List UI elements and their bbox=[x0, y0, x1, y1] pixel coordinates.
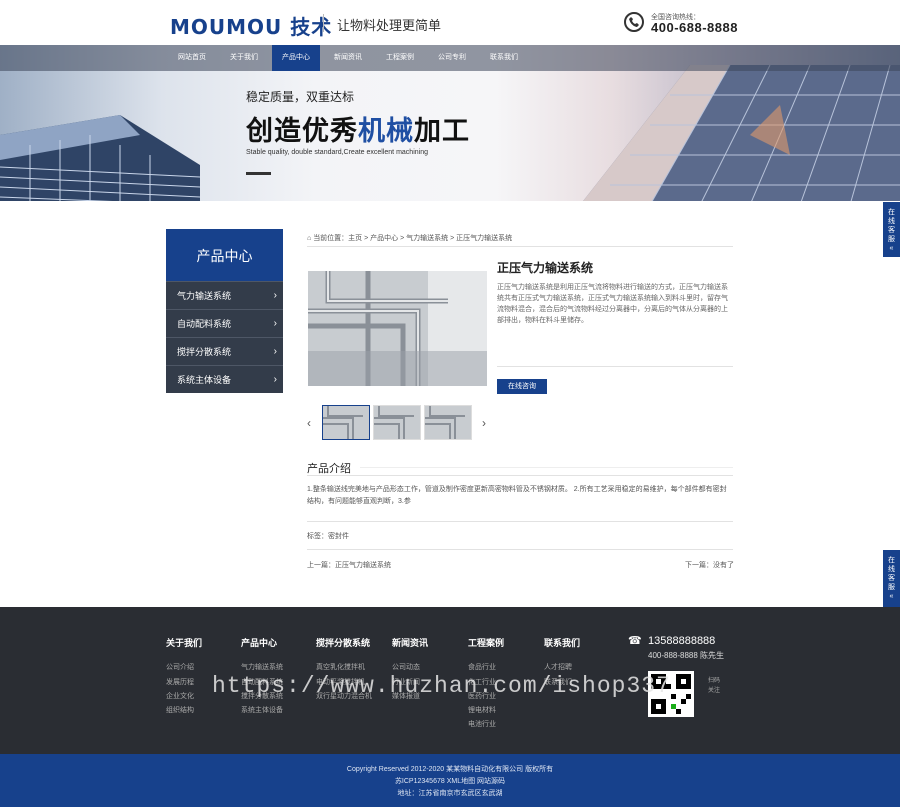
product-divider bbox=[497, 366, 733, 367]
nav-cases[interactable]: 工程案例 bbox=[376, 45, 424, 71]
nav-home[interactable]: 网站首页 bbox=[168, 45, 216, 71]
site-logo[interactable]: MOUMOU 技术 bbox=[170, 11, 332, 40]
online-service-label: 在线客服 bbox=[888, 209, 895, 243]
gallery-next-icon[interactable]: › bbox=[482, 416, 486, 430]
footer-col-title-products[interactable]: 产品中心 bbox=[241, 636, 277, 649]
footer-link[interactable]: 公司动态 bbox=[392, 662, 420, 672]
nav-about[interactable]: 关于我们 bbox=[220, 45, 268, 71]
collapse-arrow-icon: « bbox=[889, 593, 894, 600]
building-left-image bbox=[0, 115, 200, 201]
footer-col-title-contact[interactable]: 联系我们 bbox=[544, 636, 580, 649]
chevron-right-icon: › bbox=[273, 318, 277, 329]
banner-title-prefix: 创造优秀 bbox=[246, 116, 358, 146]
footer-link[interactable]: 电池行业 bbox=[468, 719, 496, 729]
icp-line[interactable]: 苏ICP12345678 XML地图 网站源码 bbox=[0, 776, 900, 786]
site-slogan: 让物料处理更简单 bbox=[337, 18, 442, 33]
page: MOUMOU 技术 让物料处理更简单 全国咨询热线： 400-688-8888 bbox=[0, 0, 900, 807]
thumb-image bbox=[425, 406, 471, 439]
banner-title: 创造优秀机械加工 bbox=[246, 109, 470, 148]
intro-divider bbox=[307, 475, 733, 476]
footer-phone-secondary: 400-888-8888 陈先生 bbox=[648, 651, 725, 660]
intro-heading-rule bbox=[360, 467, 733, 468]
breadcrumb: ⌂ 当前位置：主页 > 产品中心 > 气力输送系统 > 正压气力输送系统 bbox=[307, 233, 512, 243]
product-main-image[interactable] bbox=[308, 271, 487, 386]
banner-subtitle: 稳定质量，双重达标 bbox=[246, 90, 355, 104]
footer-link[interactable]: 人才招聘 bbox=[544, 662, 572, 672]
online-service-tab-bottom[interactable]: 在线客服 « bbox=[883, 550, 900, 607]
tags[interactable]: 标签：密封件 bbox=[307, 531, 349, 541]
phone-icon: ☎ bbox=[628, 635, 642, 647]
footer-link[interactable]: 企业文化 bbox=[166, 691, 194, 701]
phone-icon bbox=[624, 12, 644, 32]
pipes-photo bbox=[308, 271, 487, 386]
collapse-arrow-icon: « bbox=[889, 245, 894, 252]
breadcrumb-text[interactable]: 当前位置：主页 > 产品中心 > 气力输送系统 > 正压气力输送系统 bbox=[313, 235, 512, 242]
next-article-link[interactable]: 下一篇：没有了 bbox=[685, 560, 734, 570]
banner-title-highlight: 机械 bbox=[358, 116, 414, 146]
sidebar-item-batching[interactable]: 自动配料系统 › bbox=[166, 309, 283, 337]
footer-col-title-about[interactable]: 关于我们 bbox=[166, 636, 202, 649]
footer-link[interactable]: 锂电材料 bbox=[468, 705, 496, 715]
address-line: 地址：江苏省南京市玄武区玄武湖 bbox=[397, 790, 503, 797]
nav-contact[interactable]: 联系我们 bbox=[480, 45, 528, 71]
building-right-image bbox=[583, 65, 900, 201]
copyright-line: Copyright Reserved 2012-2020 某某物料自动化有限公司… bbox=[346, 766, 554, 773]
footer-phone: 13588888888 bbox=[648, 635, 716, 647]
qr-caption: 扫码关注 bbox=[708, 678, 721, 694]
thumb-image bbox=[374, 406, 420, 439]
site-header: MOUMOU 技术 让物料处理更简单 全国咨询热线： 400-688-8888 bbox=[0, 0, 900, 45]
logo-divider bbox=[323, 14, 324, 32]
tags-divider bbox=[307, 521, 733, 522]
hotline-number: 400-688-8888 bbox=[651, 20, 738, 35]
watermark: https://www.huzhan.com/ishop337 bbox=[212, 673, 671, 699]
footer-link[interactable]: 发展历程 bbox=[166, 677, 194, 687]
sidebar-item-pneumatic[interactable]: 气力输送系统 › bbox=[166, 281, 283, 309]
intro-heading: 产品介绍 bbox=[307, 463, 351, 475]
footer-link[interactable]: 气力输送系统 bbox=[241, 662, 283, 672]
chevron-right-icon: › bbox=[273, 374, 277, 385]
sidebar-item-equipment[interactable]: 系统主体设备 › bbox=[166, 365, 283, 393]
banner-title-suffix: 加工 bbox=[414, 116, 470, 146]
nav-patents[interactable]: 公司专利 bbox=[428, 45, 476, 71]
footer-link[interactable]: 系统主体设备 bbox=[241, 705, 283, 715]
footer-link[interactable]: 真空乳化搅拌机 bbox=[316, 662, 365, 672]
gallery-thumb[interactable] bbox=[322, 405, 370, 440]
footer-col-title-mixing[interactable]: 搅拌分散系统 bbox=[316, 636, 370, 649]
online-service-label: 在线客服 bbox=[888, 557, 895, 591]
intro-text: 1.整条输送线完美地与产品形态工作，管道及制作密度更新高密物料管及不锈钢材质。 … bbox=[307, 486, 727, 505]
chevron-right-icon: › bbox=[273, 346, 277, 357]
sidebar-item-label: 搅拌分散系统 bbox=[177, 347, 232, 357]
sidebar-item-mixing[interactable]: 搅拌分散系统 › bbox=[166, 337, 283, 365]
sidebar-item-label: 气力输送系统 bbox=[177, 291, 232, 301]
online-service-tab-top[interactable]: 在线客服 « bbox=[883, 202, 900, 257]
gallery-prev-icon[interactable]: ‹ bbox=[307, 416, 311, 430]
thumb-image bbox=[323, 406, 369, 439]
copyright-bar: Copyright Reserved 2012-2020 某某物料自动化有限公司… bbox=[0, 754, 900, 807]
footer-col-title-news[interactable]: 新闻资讯 bbox=[392, 636, 428, 649]
sidebar-item-label: 自动配料系统 bbox=[177, 319, 232, 329]
main-nav: 网站首页 关于我们 产品中心 新闻资讯 工程案例 公司专利 联系我们 bbox=[0, 45, 900, 71]
chevron-right-icon: › bbox=[273, 290, 277, 301]
consult-button[interactable]: 在线咨询 bbox=[497, 379, 547, 394]
pager-divider bbox=[307, 549, 733, 550]
footer-link[interactable]: 公司介绍 bbox=[166, 662, 194, 672]
gallery-thumb[interactable] bbox=[373, 405, 421, 440]
sidebar-item-label: 系统主体设备 bbox=[177, 375, 232, 385]
sidebar-title: 产品中心 bbox=[166, 229, 283, 281]
gallery-thumb[interactable] bbox=[424, 405, 472, 440]
banner-underline bbox=[246, 172, 271, 175]
nav-news[interactable]: 新闻资讯 bbox=[324, 45, 372, 71]
nav-products[interactable]: 产品中心 bbox=[272, 45, 320, 71]
banner-english: Stable quality, double standard,Create e… bbox=[246, 149, 428, 156]
prev-article-link[interactable]: 上一篇：正压气力输送系统 bbox=[307, 560, 391, 570]
footer-col-title-cases[interactable]: 工程案例 bbox=[468, 636, 504, 649]
product-description: 正压气力输送系统是利用正压气流将物料进行输送的方式，正压气力输送系统共有正压式气… bbox=[497, 284, 728, 324]
breadcrumb-divider bbox=[307, 246, 733, 247]
product-title: 正压气力输送系统 bbox=[497, 261, 594, 275]
footer-link[interactable]: 组织结构 bbox=[166, 705, 194, 715]
footer-link[interactable]: 食品行业 bbox=[468, 662, 496, 672]
